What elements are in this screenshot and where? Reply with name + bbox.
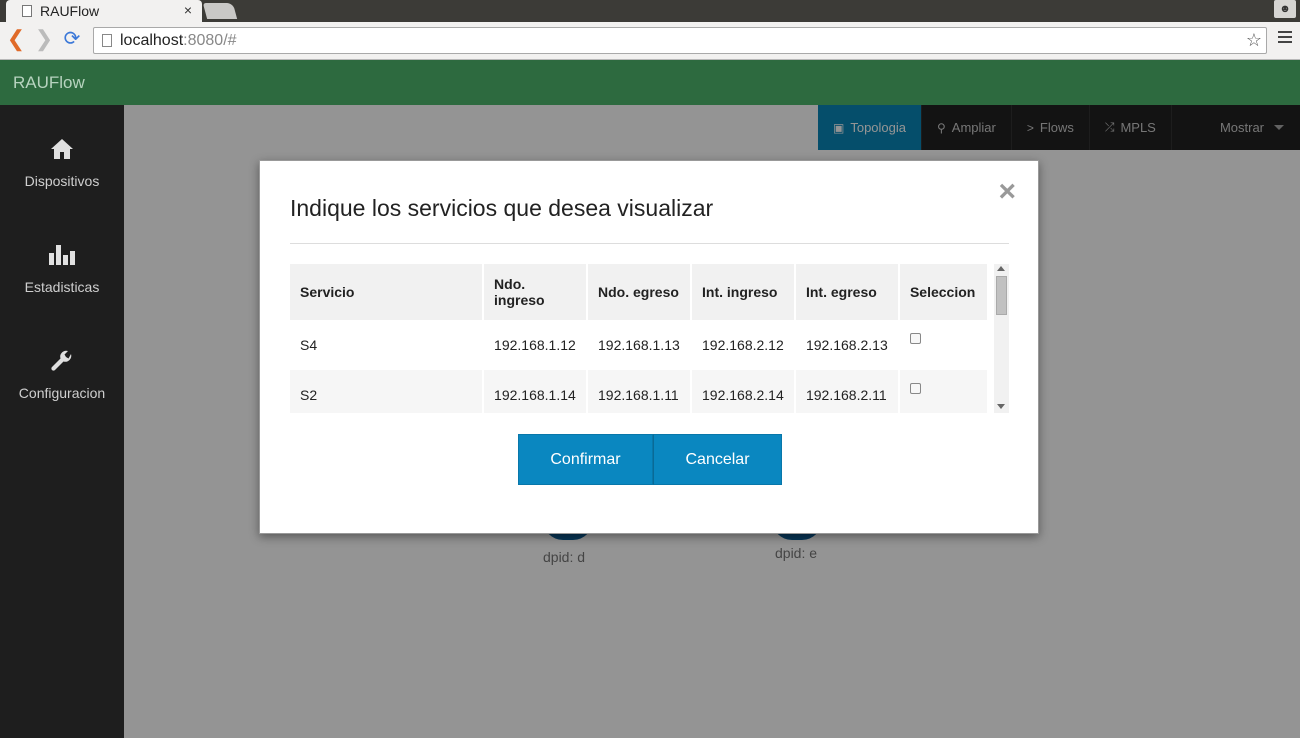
modal-title: Indique los servicios que desea visualiz… xyxy=(290,195,714,221)
url-path: :8080/# xyxy=(183,31,237,49)
cell-ndo-ingreso: 192.168.1.14 xyxy=(484,370,587,413)
cell-servicio: S4 xyxy=(290,320,483,370)
brand-title[interactable]: RAUFlow xyxy=(13,73,85,93)
url-host: localhost xyxy=(120,31,184,49)
table-header-row: Servicio Ndo. ingreso Ndo. egreso Int. i… xyxy=(290,264,987,320)
cell-int-ingreso: 192.168.2.12 xyxy=(692,320,794,370)
wrench-icon xyxy=(0,349,124,375)
profile-icon[interactable]: ☻ xyxy=(1274,0,1296,18)
services-modal: Indique los servicios que desea visualiz… xyxy=(259,160,1039,534)
table-scrollbar[interactable] xyxy=(994,264,1009,413)
bookmark-star-icon[interactable]: ☆ xyxy=(1246,30,1262,51)
browser-tab-bar: RAUFlow × ☻ xyxy=(0,0,1300,22)
table-row: S4 192.168.1.12 192.168.1.13 192.168.2.1… xyxy=(290,320,987,370)
select-checkbox[interactable] xyxy=(909,383,921,394)
sidebar-item-label: Dispositivos xyxy=(24,173,100,189)
cell-ndo-egreso: 192.168.1.11 xyxy=(588,370,690,413)
sidebar: Dispositivos Estadisticas Configuracion xyxy=(0,105,124,738)
column-header: Ndo. egreso xyxy=(588,264,690,320)
cell-int-egreso: 192.168.2.13 xyxy=(795,320,898,370)
column-header: Servicio xyxy=(290,264,483,320)
bar-chart-icon xyxy=(0,243,124,269)
forward-icon[interactable]: ❯ xyxy=(32,28,56,52)
scroll-down-icon[interactable] xyxy=(997,404,1005,409)
column-header: Seleccion xyxy=(899,264,987,320)
app-header: RAUFlow xyxy=(0,60,1300,105)
cell-int-ingreso: 192.168.2.14 xyxy=(692,370,794,413)
sidebar-item-dispositivos[interactable]: Dispositivos xyxy=(0,137,124,189)
reload-icon[interactable]: ⟳ xyxy=(60,28,84,52)
cell-int-egreso: 192.168.2.11 xyxy=(795,370,898,413)
close-tab-icon[interactable]: × xyxy=(184,2,192,18)
cancel-button[interactable]: Cancelar xyxy=(653,434,782,485)
cell-servicio: S2 xyxy=(290,370,483,413)
cell-seleccion xyxy=(899,370,987,413)
modal-button-group: Confirmar Cancelar xyxy=(518,434,782,485)
column-header: Int. egreso xyxy=(795,264,898,320)
tab-title: RAUFlow xyxy=(40,3,100,19)
sidebar-item-estadisticas[interactable]: Estadisticas xyxy=(0,243,124,295)
services-table-container[interactable]: Servicio Ndo. ingreso Ndo. egreso Int. i… xyxy=(290,264,1008,413)
services-table: Servicio Ndo. ingreso Ndo. egreso Int. i… xyxy=(290,264,989,413)
confirm-button[interactable]: Confirmar xyxy=(518,434,653,485)
browser-menu-icon[interactable] xyxy=(1278,31,1292,45)
browser-toolbar: ❮ ❯ ⟳ localhost:8080/# ☆ xyxy=(0,22,1300,60)
close-icon[interactable]: × xyxy=(998,175,1016,209)
cell-seleccion xyxy=(899,320,987,370)
home-icon xyxy=(0,137,124,163)
sidebar-item-configuracion[interactable]: Configuracion xyxy=(0,349,124,401)
sidebar-item-label: Configuracion xyxy=(18,385,106,401)
cell-ndo-ingreso: 192.168.1.12 xyxy=(484,320,587,370)
address-bar[interactable]: localhost:8080/# ☆ xyxy=(93,27,1267,54)
sidebar-item-label: Estadisticas xyxy=(24,279,100,295)
scroll-up-icon[interactable] xyxy=(997,266,1005,271)
document-icon xyxy=(102,34,112,47)
column-header: Int. ingreso xyxy=(692,264,794,320)
column-header: Ndo. ingreso xyxy=(484,264,587,320)
back-icon[interactable]: ❮ xyxy=(4,28,28,52)
select-checkbox[interactable] xyxy=(909,333,921,344)
divider xyxy=(290,243,1009,244)
table-row: S2 192.168.1.14 192.168.1.11 192.168.2.1… xyxy=(290,370,987,413)
browser-tab[interactable]: RAUFlow × xyxy=(6,0,202,22)
cell-ndo-egreso: 192.168.1.13 xyxy=(588,320,690,370)
scroll-thumb[interactable] xyxy=(996,276,1007,315)
page-icon xyxy=(22,5,32,17)
new-tab-button[interactable] xyxy=(202,3,238,19)
